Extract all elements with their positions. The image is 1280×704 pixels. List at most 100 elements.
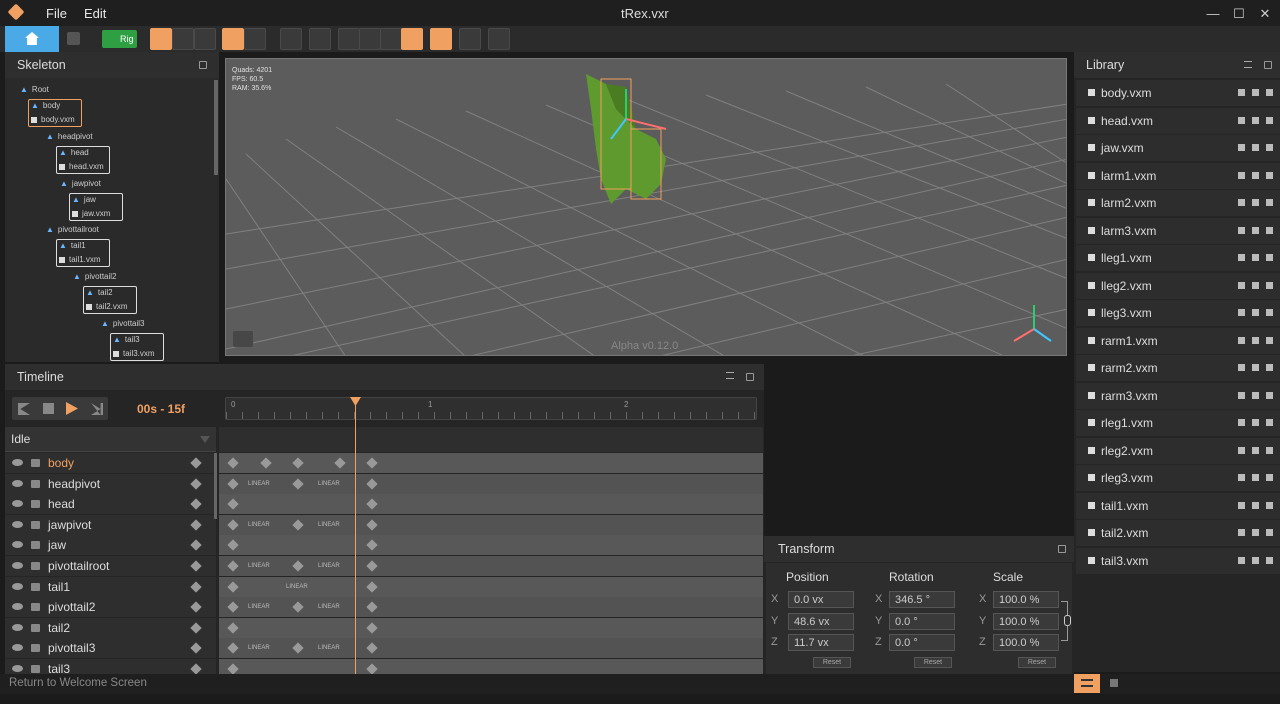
add-key-icon[interactable]	[190, 457, 202, 469]
keyframe[interactable]	[292, 601, 304, 613]
track-row[interactable]: LINEAR LINEAR	[219, 638, 763, 659]
local-mode-button[interactable]	[244, 28, 266, 50]
rotation-z-input[interactable]: 0.0 °	[889, 634, 955, 651]
track-row[interactable]: LINEAR LINEAR	[219, 556, 763, 576]
track-row[interactable]: LINEAR LINEAR	[219, 514, 763, 535]
keyframe[interactable]	[227, 601, 239, 613]
skeleton-scrollbar[interactable]	[214, 80, 218, 175]
box-tool-button[interactable]	[309, 28, 331, 50]
wand-tool-button[interactable]	[430, 28, 452, 50]
rig-button[interactable]: Rig	[102, 30, 137, 48]
lock-icon[interactable]	[31, 479, 40, 488]
library-item[interactable]: tail2.vxm	[1076, 520, 1280, 546]
track-label-row[interactable]: pivottail2	[5, 597, 216, 618]
keyframe[interactable]	[260, 457, 272, 469]
copy-icon[interactable]	[1252, 391, 1259, 399]
copy-icon[interactable]	[1252, 226, 1259, 234]
track-row[interactable]	[219, 494, 763, 515]
add-key-icon[interactable]	[190, 498, 202, 510]
keyframe[interactable]	[227, 498, 239, 510]
visibility-icon[interactable]	[12, 603, 23, 611]
copy-icon[interactable]	[1252, 364, 1259, 371]
lock-icon[interactable]	[31, 603, 40, 612]
keyframe[interactable]	[292, 560, 304, 572]
edit-icon[interactable]	[1238, 309, 1245, 316]
library-item[interactable]: rarm1.vxm	[1076, 327, 1280, 354]
visibility-icon[interactable]	[12, 479, 23, 487]
copy-icon[interactable]	[1252, 419, 1259, 426]
copy-icon[interactable]	[1252, 501, 1259, 509]
library-item[interactable]: lleg2.vxm	[1076, 272, 1280, 299]
rotation-x-input[interactable]: 346.5 °	[889, 591, 955, 608]
library-item[interactable]: larm2.vxm	[1076, 190, 1280, 216]
keyframe[interactable]	[227, 519, 239, 531]
keyframe[interactable]	[227, 457, 239, 469]
keyframe[interactable]	[227, 580, 239, 593]
edit-icon[interactable]	[1238, 364, 1245, 371]
delete-icon[interactable]	[1266, 226, 1273, 234]
track-label-row[interactable]: jawpivot	[5, 514, 216, 535]
add-key-icon[interactable]	[190, 601, 202, 613]
keyframe[interactable]	[227, 539, 239, 552]
keyframe[interactable]	[334, 457, 346, 469]
delete-icon[interactable]	[1266, 309, 1273, 316]
3d-viewport[interactable]: Quads: 4201 FPS: 60.5 RAM: 35.6% Alpha v0.…	[225, 58, 1067, 356]
copy-icon[interactable]	[1252, 336, 1259, 344]
add-key-icon[interactable]	[190, 539, 202, 552]
keyframe[interactable]	[366, 622, 378, 634]
visibility-icon[interactable]	[12, 562, 23, 569]
library-item[interactable]: head.vxm	[1076, 107, 1280, 134]
delete-icon[interactable]	[1266, 446, 1273, 454]
timeline-scrollbar[interactable]	[214, 453, 217, 519]
view-1-button[interactable]	[338, 28, 360, 50]
track-row[interactable]: LINEAR LINEAR	[219, 473, 763, 494]
delete-icon[interactable]	[1266, 116, 1273, 124]
skeleton-node[interactable]: ▲ pivottail2	[73, 272, 117, 281]
add-key-icon[interactable]	[190, 477, 202, 490]
time-ruler[interactable]: 0 1 2	[225, 397, 757, 420]
lock-icon[interactable]	[31, 500, 40, 509]
add-key-icon[interactable]	[190, 663, 202, 675]
rotation-reset-button[interactable]: Reset	[914, 657, 952, 668]
view-2-button[interactable]	[359, 28, 381, 50]
keyframe[interactable]	[227, 477, 239, 490]
add-key-icon[interactable]	[190, 622, 202, 634]
delete-icon[interactable]	[1266, 529, 1273, 536]
skeleton-node[interactable]: ▲ pivottailroot	[46, 225, 99, 234]
scale-reset-button[interactable]: Reset	[1018, 657, 1056, 668]
edit-icon[interactable]	[1238, 501, 1245, 509]
copy-icon[interactable]	[1252, 171, 1259, 179]
delete-icon[interactable]	[1266, 364, 1273, 371]
lock-icon[interactable]	[31, 459, 40, 467]
animation-dropdown[interactable]: Idle	[5, 427, 216, 452]
scale-x-input[interactable]: 100.0 %	[993, 591, 1059, 608]
scale-tool-button[interactable]	[194, 28, 216, 50]
track-row[interactable]	[219, 535, 763, 556]
keyframe[interactable]	[227, 622, 239, 634]
track-row[interactable]	[219, 453, 763, 473]
keyframe[interactable]	[366, 539, 378, 552]
lock-icon[interactable]	[31, 665, 40, 673]
position-z-input[interactable]: 11.7 vx	[788, 634, 854, 651]
edit-icon[interactable]	[1238, 474, 1245, 481]
track-label-row[interactable]: headpivot	[5, 473, 216, 494]
delete-icon[interactable]	[1266, 336, 1273, 344]
trex-model[interactable]	[576, 69, 686, 219]
position-reset-button[interactable]: Reset	[813, 657, 851, 668]
keyframe[interactable]	[366, 601, 378, 613]
library-item[interactable]: jaw.vxm	[1076, 135, 1280, 161]
visibility-icon[interactable]	[12, 459, 23, 466]
edit-icon[interactable]	[1238, 116, 1245, 124]
edit-icon[interactable]	[1238, 281, 1245, 289]
copy-icon[interactable]	[1252, 446, 1259, 454]
edit-icon[interactable]	[1238, 171, 1245, 179]
add-key-icon[interactable]	[190, 560, 202, 572]
visibility-icon[interactable]	[12, 623, 23, 631]
lock-icon[interactable]	[31, 644, 40, 653]
position-y-input[interactable]: 48.6 vx	[788, 612, 854, 630]
edit-icon[interactable]	[1238, 254, 1245, 261]
position-x-input[interactable]: 0.0 vx	[788, 591, 854, 608]
delete-icon[interactable]	[1266, 171, 1273, 179]
library-item[interactable]: tail1.vxm	[1076, 492, 1280, 519]
menu-icon[interactable]	[726, 372, 734, 379]
